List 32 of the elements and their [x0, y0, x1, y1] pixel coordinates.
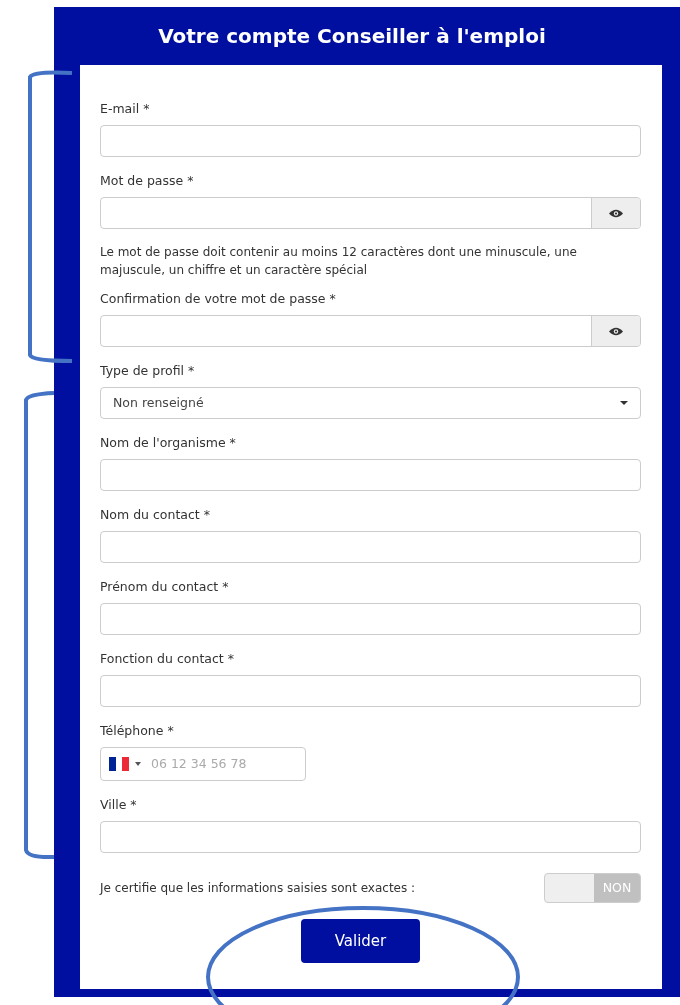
certification-text: Je certifie que les informations saisies sont exactes :	[100, 880, 416, 897]
field-label: Téléphone *	[100, 723, 175, 739]
password-field[interactable]	[100, 315, 641, 347]
field-label: E-mail *	[100, 101, 151, 117]
form-title: Votre compte Conseiller à l'emploi	[157, 23, 547, 50]
caret-icon	[135, 762, 141, 766]
field-label: Confirmation de votre mot de passe *	[100, 291, 337, 307]
select-value: Non renseigné	[113, 393, 204, 412]
show-password-button[interactable]	[591, 316, 640, 346]
password-field[interactable]	[100, 197, 641, 229]
field-label: Fonction du contact *	[100, 651, 235, 667]
input-field[interactable]	[100, 675, 641, 707]
field-label: Mot de passe *	[100, 173, 195, 189]
input-field[interactable]	[100, 459, 641, 491]
input-field[interactable]	[100, 125, 641, 157]
caret-icon	[620, 401, 628, 405]
field-label: Prénom du contact *	[100, 579, 230, 595]
submit-button[interactable]: Valider	[301, 919, 420, 963]
field-label: Type de profil *	[100, 363, 196, 379]
field-label: Nom de l'organisme *	[100, 435, 237, 451]
eye-icon	[609, 326, 623, 336]
field-label: Nom du contact *	[100, 507, 211, 523]
field-label: Ville *	[100, 797, 138, 813]
hint-text: Le mot de passe doit contenir au moins 12 caractères dont une minuscule, une majuscule, un chiffre et un caractère spécial	[100, 244, 578, 279]
input-field[interactable]	[100, 821, 641, 853]
select-field[interactable]: Non renseigné	[100, 387, 641, 419]
input-field[interactable]	[100, 531, 641, 563]
show-password-button[interactable]	[591, 198, 640, 228]
flag-icon	[109, 757, 129, 771]
eye-icon	[609, 208, 623, 218]
placeholder-text: 06 12 34 56 78	[150, 754, 248, 773]
input-field[interactable]	[100, 603, 641, 635]
